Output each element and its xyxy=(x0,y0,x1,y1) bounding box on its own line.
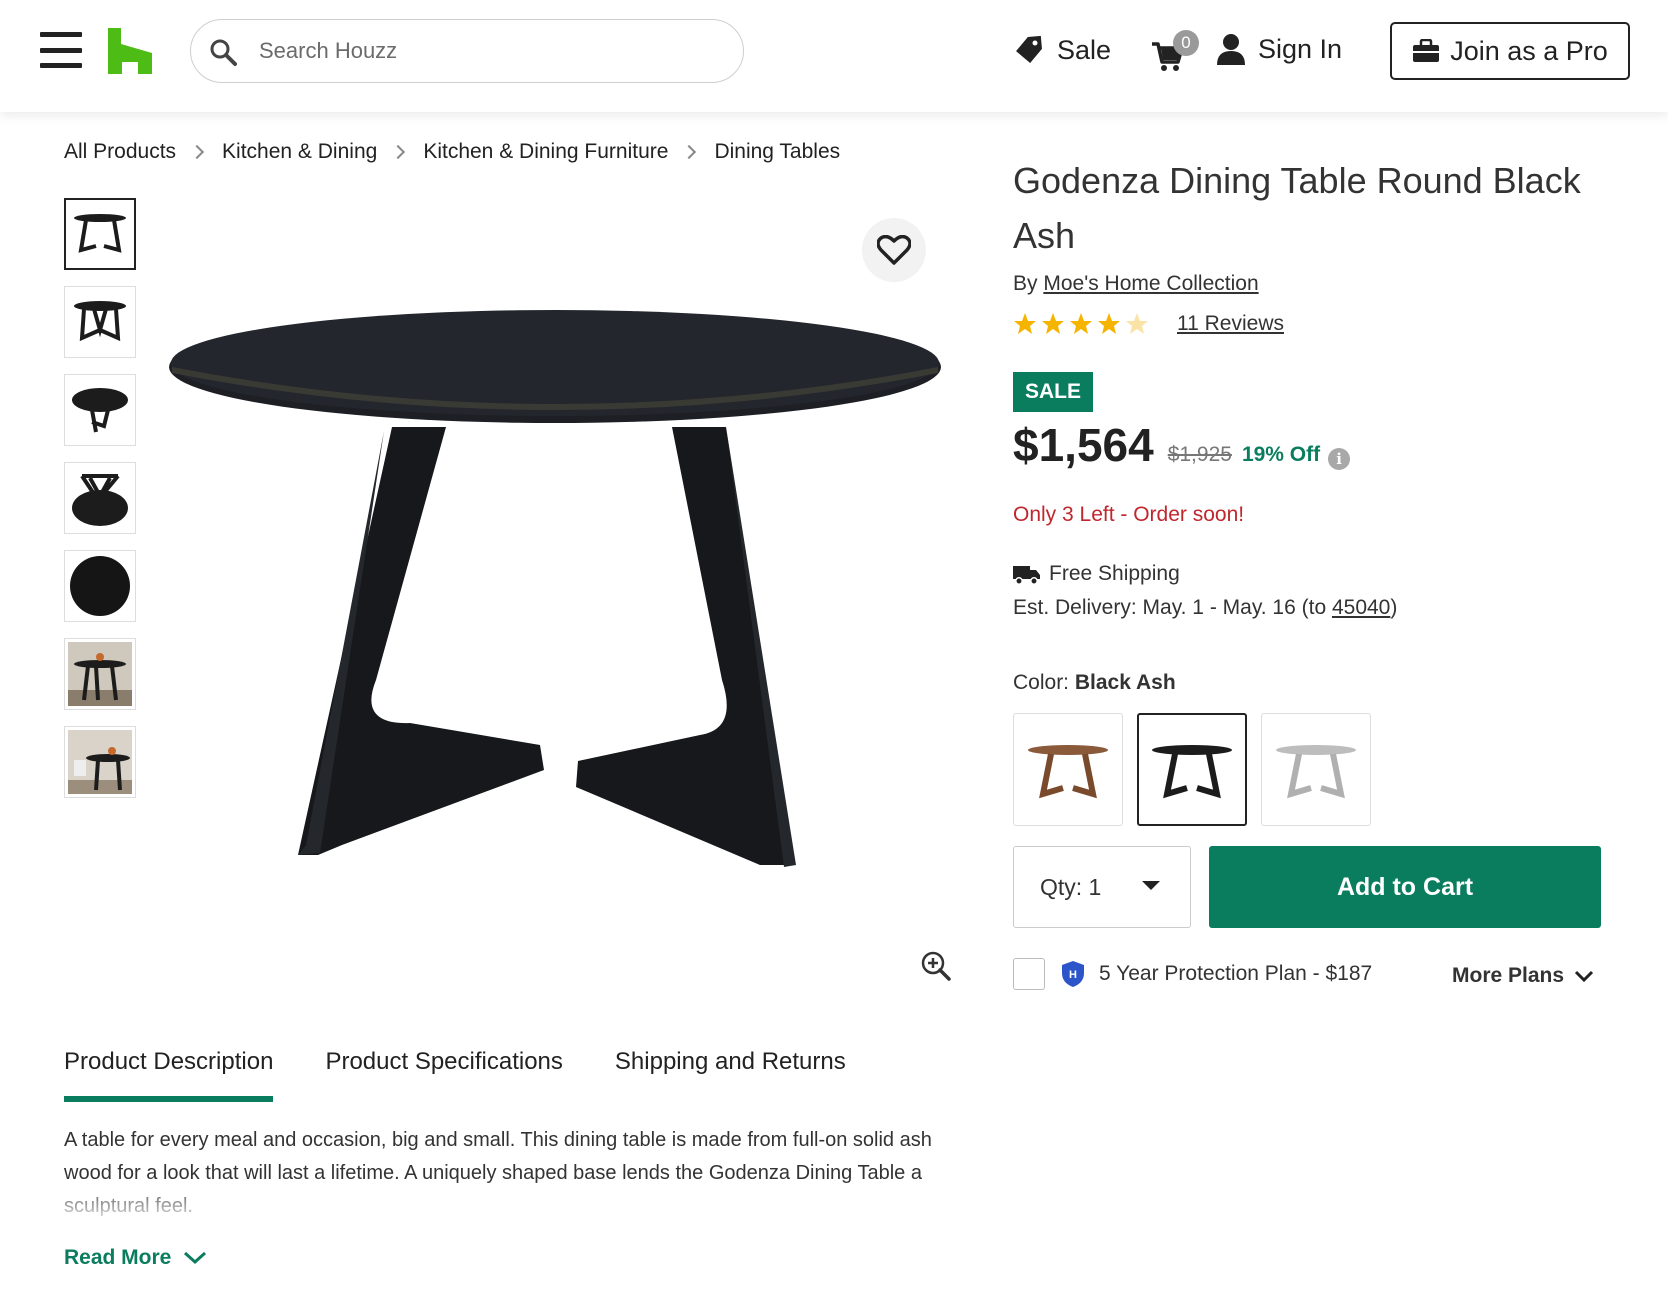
info-icon[interactable]: i xyxy=(1328,448,1351,470)
tab-product-description[interactable]: Product Description xyxy=(64,1048,274,1102)
shield-icon: H xyxy=(1062,961,1084,987)
nav-sale-link[interactable]: Sale xyxy=(1013,34,1111,66)
tab-shipping-and-returns[interactable]: Shipping and Returns xyxy=(615,1048,846,1102)
color-swatches xyxy=(1013,713,1371,826)
thumbnail-1[interactable] xyxy=(64,198,136,270)
site-header: Sale 0 Sign In Join as a Pro xyxy=(0,0,1668,112)
star-icon xyxy=(1014,313,1036,334)
color-label-prefix: Color: xyxy=(1013,671,1070,694)
free-shipping-label: Free Shipping xyxy=(1049,562,1180,585)
star-icon xyxy=(1042,313,1064,334)
thumbnail-6[interactable] xyxy=(64,638,136,710)
discount-label: 19% Off xyxy=(1241,443,1321,466)
read-more-button[interactable]: Read More xyxy=(64,1246,207,1270)
stock-warning: Only 3 Left - Order soon! xyxy=(1013,503,1245,526)
join-as-pro-button[interactable]: Join as a Pro xyxy=(1390,22,1630,80)
heart-icon xyxy=(877,235,911,265)
sign-in-link[interactable]: Sign In xyxy=(1216,33,1342,65)
delivery-zip-link[interactable]: 45040 xyxy=(1332,596,1390,619)
quantity-select[interactable]: Qty: 1 xyxy=(1013,846,1191,928)
price-row: $1,564 $1,925 19% Off i xyxy=(1013,418,1351,472)
main-product-image[interactable] xyxy=(160,205,950,1005)
protection-plan: H 5 Year Protection Plan - $187 xyxy=(1013,958,1372,990)
swatch-walnut[interactable] xyxy=(1013,713,1123,826)
search-bar[interactable] xyxy=(190,19,744,83)
star-half-icon xyxy=(1126,313,1148,334)
byline: By Moe's Home Collection xyxy=(1013,272,1259,296)
selected-color: Black Ash xyxy=(1074,671,1176,694)
tab-product-specifications[interactable]: Product Specifications xyxy=(325,1048,562,1102)
hamburger-menu-icon[interactable] xyxy=(40,32,82,68)
breadcrumb-item[interactable]: Dining Tables xyxy=(714,140,840,164)
truck-icon xyxy=(1013,566,1040,585)
briefcase-icon xyxy=(1413,39,1440,62)
brand-link[interactable]: Moe's Home Collection xyxy=(1043,272,1258,295)
add-to-cart-button[interactable]: Add to Cart xyxy=(1209,846,1601,928)
protection-plan-checkbox[interactable] xyxy=(1013,958,1045,990)
delivery-estimate: Est. Delivery: May. 1 - May. 16 (to 4504… xyxy=(1013,596,1397,620)
star-icon xyxy=(1098,313,1120,334)
chevron-right-icon xyxy=(391,144,406,160)
color-label: Color: Black Ash xyxy=(1013,671,1176,695)
thumbnail-2[interactable] xyxy=(64,286,136,358)
svg-text:H: H xyxy=(1069,969,1077,981)
caret-down-icon xyxy=(1142,881,1160,890)
houzz-logo[interactable] xyxy=(108,28,152,74)
breadcrumb-item[interactable]: Kitchen & Dining xyxy=(222,140,377,164)
breadcrumb-item[interactable]: All Products xyxy=(64,140,176,164)
sale-badge: SALE xyxy=(1013,372,1094,412)
product-description-text: A table for every meal and occasion, big… xyxy=(64,1129,932,1217)
thumbnail-5[interactable] xyxy=(64,550,136,622)
swatch-grey[interactable] xyxy=(1261,713,1371,826)
protection-plan-label: 5 Year Protection Plan - $187 xyxy=(1099,962,1373,985)
quantity-label: Qty: 1 xyxy=(1040,873,1102,900)
search-input[interactable] xyxy=(259,34,719,68)
thumbnail-3[interactable] xyxy=(64,374,136,446)
chevron-down-icon xyxy=(184,1251,207,1265)
current-price: $1,564 xyxy=(1013,419,1154,471)
original-price: $1,925 xyxy=(1167,443,1232,466)
star-icon xyxy=(1070,313,1092,334)
cart-count-badge: 0 xyxy=(1173,30,1199,56)
tag-icon xyxy=(1016,35,1042,63)
favorite-button[interactable] xyxy=(862,218,926,282)
more-plans-label: More Plans xyxy=(1452,964,1565,987)
reviews-link[interactable]: 11 Reviews xyxy=(1177,312,1284,336)
delivery-suffix: ) xyxy=(1390,596,1398,619)
byline-prefix: By xyxy=(1013,272,1038,295)
star-rating[interactable]: 11 Reviews xyxy=(1013,312,1284,336)
thumbnail-list xyxy=(64,198,136,814)
thumbnail-4[interactable] xyxy=(64,462,136,534)
sale-label: Sale xyxy=(1057,34,1112,65)
chevron-right-icon xyxy=(682,144,697,160)
join-as-pro-label: Join as a Pro xyxy=(1450,35,1608,66)
breadcrumb: All Products Kitchen & Dining Kitchen & … xyxy=(64,140,840,164)
delivery-prefix: Est. Delivery: May. 1 - May. 16 (to xyxy=(1013,596,1332,619)
thumbnail-7[interactable] xyxy=(64,726,136,798)
search-icon xyxy=(210,39,237,66)
swatch-black-ash[interactable] xyxy=(1137,713,1247,826)
product-title: Godenza Dining Table Round Black Ash xyxy=(1013,160,1581,256)
free-shipping: Free Shipping xyxy=(1013,562,1180,586)
product-tabs: Product Description Product Specificatio… xyxy=(64,1048,898,1102)
more-plans-button[interactable]: More Plans xyxy=(1452,964,1594,988)
zoom-in-icon[interactable] xyxy=(920,950,952,982)
breadcrumb-item[interactable]: Kitchen & Dining Furniture xyxy=(423,140,668,164)
user-icon xyxy=(1217,34,1245,65)
chevron-right-icon xyxy=(189,144,205,160)
chevron-down-icon xyxy=(1574,970,1594,982)
read-more-label: Read More xyxy=(64,1246,172,1269)
cart-button[interactable]: 0 xyxy=(1150,30,1202,74)
sign-in-label: Sign In xyxy=(1258,33,1343,64)
